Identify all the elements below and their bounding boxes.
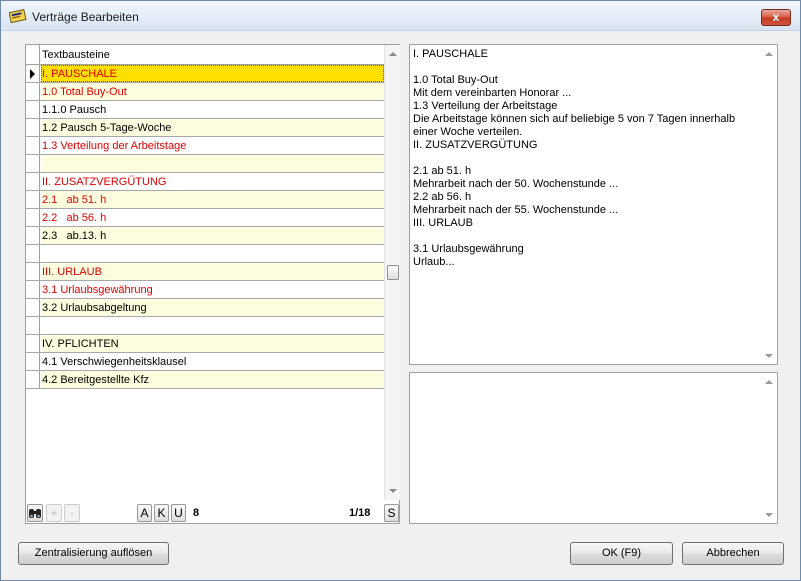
grid-header: Textbausteine [26, 45, 384, 65]
grid-body: Textbausteine I. PAUSCHALE 1.0 Total Buy-… [26, 45, 384, 500]
row-indicator[interactable] [26, 371, 40, 388]
table-row[interactable]: I. PAUSCHALE [26, 65, 384, 83]
record-count: 8 [193, 507, 200, 519]
scroll-up-icon[interactable] [765, 380, 773, 384]
preview-scrollbar[interactable] [760, 45, 777, 364]
row-indicator[interactable] [26, 173, 40, 190]
k-button[interactable]: K [154, 504, 169, 522]
scroll-up-icon[interactable] [765, 52, 773, 56]
grid-toolbar: + - A K U 8 1/18 S [26, 503, 399, 524]
column-header-textbausteine[interactable]: Textbausteine [42, 49, 110, 61]
binoculars-icon [29, 509, 41, 518]
row-cell-text[interactable]: 1.2 Pausch 5-Tage-Woche [41, 119, 384, 136]
dissolve-centralization-button[interactable]: Zentralisierung auflösen [18, 542, 169, 565]
dialog-window: Verträge Bearbeiten x Textbausteine I. P… [0, 0, 801, 581]
row-indicator[interactable] [26, 83, 40, 100]
table-row[interactable]: IV. PFLICHTEN [26, 335, 384, 353]
scroll-thumb[interactable] [387, 265, 399, 280]
table-row[interactable] [26, 155, 384, 173]
row-cell-text[interactable]: 4.1 Verschwiegenheitsklausel [41, 353, 384, 370]
scroll-up-icon[interactable] [389, 52, 397, 56]
ok-button[interactable]: OK (F9) [570, 542, 673, 565]
row-indicator[interactable] [26, 353, 40, 370]
title-bar[interactable]: Verträge Bearbeiten x [1, 1, 800, 31]
row-indicator[interactable] [26, 65, 40, 82]
header-indicator-cell [26, 45, 40, 65]
row-cell-text[interactable]: II. ZUSATZVERGÜTUNG [41, 173, 384, 190]
remove-row-button[interactable]: - [64, 504, 80, 522]
row-cell-text[interactable]: 3.1 Urlaubsgewährung [41, 281, 384, 298]
table-row[interactable]: 3.2 Urlaubsabgeltung [26, 299, 384, 317]
add-row-button[interactable]: + [46, 504, 62, 522]
row-cell-text[interactable]: I. PAUSCHALE [41, 65, 384, 82]
row-indicator[interactable] [26, 263, 40, 280]
row-cell-text[interactable]: 1.1.0 Pausch [41, 101, 384, 118]
row-cell-text[interactable]: IV. PFLICHTEN [41, 335, 384, 352]
preview-textarea[interactable]: I. PAUSCHALE 1.0 Total Buy-Out Mit dem v… [409, 44, 778, 365]
row-cell-text[interactable]: 2.2 ab 56. h [41, 209, 384, 226]
row-indicator[interactable] [26, 335, 40, 352]
a-button[interactable]: A [137, 504, 152, 522]
row-indicator[interactable] [26, 209, 40, 226]
table-row[interactable]: III. URLAUB [26, 263, 384, 281]
table-row[interactable]: 4.2 Bereitgestellte Kfz [26, 371, 384, 389]
table-row[interactable]: 3.1 Urlaubsgewährung [26, 281, 384, 299]
table-row[interactable]: 1.1.0 Pausch [26, 101, 384, 119]
row-cell-text[interactable]: 4.2 Bereitgestellte Kfz [41, 371, 384, 388]
row-indicator[interactable] [26, 191, 40, 208]
table-row[interactable]: 1.2 Pausch 5-Tage-Woche [26, 119, 384, 137]
table-row[interactable]: 2.1 ab 51. h [26, 191, 384, 209]
row-indicator[interactable] [26, 245, 40, 262]
row-cell-text[interactable]: III. URLAUB [41, 263, 384, 280]
table-row[interactable] [26, 317, 384, 335]
row-cell-text[interactable]: 3.2 Urlaubsabgeltung [41, 299, 384, 316]
row-indicator[interactable] [26, 317, 40, 334]
record-position: 1/18 [349, 507, 371, 519]
row-indicator[interactable] [26, 119, 40, 136]
row-indicator[interactable] [26, 227, 40, 244]
row-cell-text[interactable] [41, 245, 384, 262]
table-row[interactable]: 1.0 Total Buy-Out [26, 83, 384, 101]
table-row[interactable]: 2.2 ab 56. h [26, 209, 384, 227]
table-row[interactable] [26, 245, 384, 263]
row-cell-text[interactable]: 1.0 Total Buy-Out [41, 83, 384, 100]
row-indicator[interactable] [26, 299, 40, 316]
textbausteine-grid: Textbausteine I. PAUSCHALE 1.0 Total Buy-… [25, 44, 400, 524]
close-button[interactable]: x [761, 9, 791, 26]
table-row[interactable]: 2.3 ab.13. h [26, 227, 384, 245]
table-row[interactable]: II. ZUSATZVERGÜTUNG [26, 173, 384, 191]
cancel-button[interactable]: Abbrechen [682, 542, 784, 565]
preview-text: I. PAUSCHALE 1.0 Total Buy-Out Mit dem v… [413, 48, 736, 268]
detail-textarea[interactable] [409, 372, 778, 524]
find-button[interactable] [27, 504, 43, 522]
row-indicator[interactable] [26, 137, 40, 154]
row-cell-text[interactable] [41, 155, 384, 172]
row-indicator[interactable] [26, 101, 40, 118]
row-cell-text[interactable]: 2.3 ab.13. h [41, 227, 384, 244]
row-cell-text[interactable] [41, 317, 384, 334]
row-indicator[interactable] [26, 281, 40, 298]
window-title: Verträge Bearbeiten [32, 10, 139, 24]
current-row-arrow-icon [30, 69, 35, 79]
table-row[interactable]: 4.1 Verschwiegenheitsklausel [26, 353, 384, 371]
row-indicator[interactable] [26, 155, 40, 172]
scroll-down-icon[interactable] [389, 489, 397, 493]
contract-icon [9, 9, 27, 23]
table-row[interactable]: 1.3 Verteilung der Arbeitstage [26, 137, 384, 155]
detail-scrollbar[interactable] [760, 373, 777, 523]
grid-scrollbar[interactable] [384, 45, 400, 500]
s-button[interactable]: S [384, 504, 399, 522]
row-cell-text[interactable]: 2.1 ab 51. h [41, 191, 384, 208]
scroll-down-icon[interactable] [765, 354, 773, 358]
scroll-down-icon[interactable] [765, 513, 773, 517]
row-cell-text[interactable]: 1.3 Verteilung der Arbeitstage [41, 137, 384, 154]
u-button[interactable]: U [171, 504, 186, 522]
